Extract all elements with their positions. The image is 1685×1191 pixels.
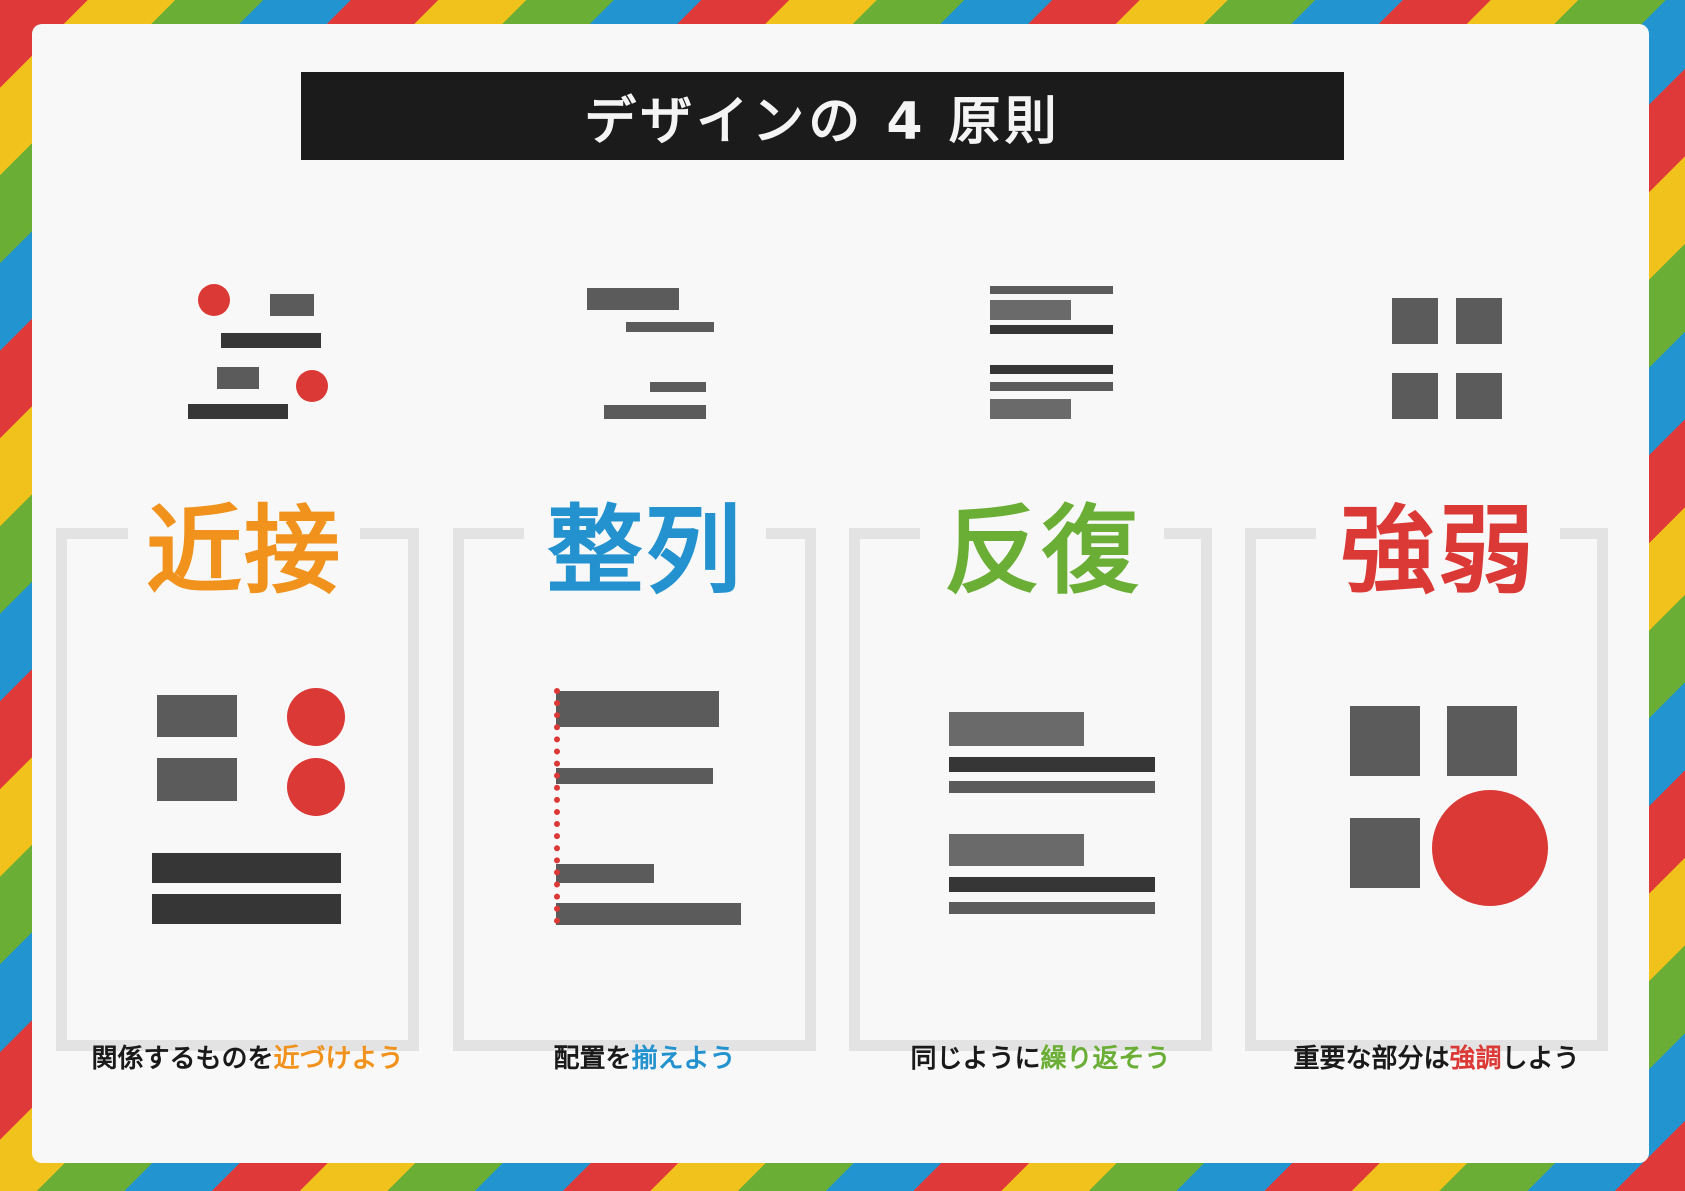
contrast-caption: 重要な部分は強調しよう — [1293, 1044, 1580, 1074]
alignment-heading: 整列 — [524, 482, 766, 607]
repetition-heading: 反復 — [920, 482, 1164, 607]
repetition-caption: 同じように繰り返そう — [910, 1044, 1171, 1074]
alignment-caption: 配置を揃えよう — [553, 1044, 736, 1074]
alignment-guide-line — [554, 688, 560, 924]
page-title: デザインの 4 原則 — [301, 72, 1344, 160]
contrast-heading: 強弱 — [1316, 482, 1560, 607]
proximity-caption: 関係するものを近づけよう — [91, 1044, 404, 1074]
proximity-heading: 近接 — [128, 482, 360, 607]
